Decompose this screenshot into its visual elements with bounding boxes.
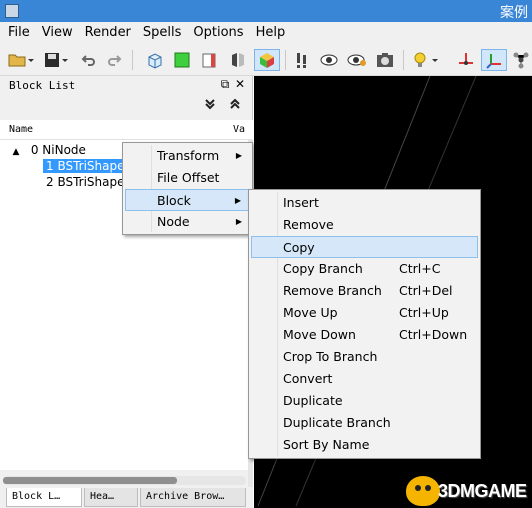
menu-render[interactable]: Render <box>79 22 137 44</box>
block-submenu: Insert Remove Copy Copy Branch Ctrl+C Re… <box>248 189 481 459</box>
dock-title: Block List <box>9 79 76 92</box>
tab-header[interactable]: Hea… <box>84 488 138 507</box>
eye-icon[interactable] <box>318 49 340 71</box>
toolbar-separator <box>132 50 133 70</box>
menu-item-label: Copy <box>283 240 315 255</box>
close-icon[interactable]: ✕ <box>233 77 247 91</box>
box-red-icon[interactable] <box>198 49 220 71</box>
toolbar <box>0 44 532 76</box>
menu-item-block[interactable]: Block ▶ <box>125 189 250 211</box>
menu-item-shortcut: Ctrl+C <box>399 261 441 276</box>
mascot-icon <box>406 476 440 506</box>
box-wire-icon[interactable] <box>144 49 166 71</box>
menu-item-insert[interactable]: Insert <box>251 192 478 214</box>
menu-item-label: Copy Branch <box>283 261 363 276</box>
tree-header: Name Va <box>0 120 253 140</box>
menu-item-duplicate[interactable]: Duplicate <box>251 390 478 412</box>
watermark-text: 3DMGAME <box>438 481 527 501</box>
menu-item-label: Crop To Branch <box>283 349 378 364</box>
menu-item-label: Move Down <box>283 327 356 342</box>
menu-file[interactable]: File <box>2 22 36 44</box>
menu-item-shortcut: Ctrl+Up <box>399 305 449 320</box>
menu-item-copy[interactable]: Copy <box>251 236 478 258</box>
box-green-icon[interactable] <box>171 49 193 71</box>
menu-item-shortcut: Ctrl+Down <box>399 327 468 342</box>
menu-item-convert[interactable]: Convert <box>251 368 478 390</box>
block-list-dock: Block List ⧉ ✕ Name Va ▲ 0 NiNode 1 BSTr… <box>0 76 253 508</box>
dock-tabs: Block L… Hea… Archive Brow… <box>0 487 253 508</box>
title-bar: 案例 <box>0 0 532 22</box>
open-icon[interactable] <box>6 49 36 71</box>
context-menu: Transform ▶ File Offset Block ▶ Node ▶ <box>122 142 253 235</box>
menu-item-label: Node <box>157 214 190 229</box>
menu-help[interactable]: Help <box>250 22 292 44</box>
menu-options[interactable]: Options <box>187 22 249 44</box>
column-name[interactable]: Name <box>9 124 33 135</box>
menu-item-label: Duplicate Branch <box>283 415 391 430</box>
scrollbar-thumb[interactable] <box>3 477 177 484</box>
redo-icon[interactable] <box>103 49 125 71</box>
menu-item-label: Convert <box>283 371 333 386</box>
column-value[interactable]: Va <box>233 124 245 135</box>
tree-row-label: 1 BSTriShape <box>43 159 128 173</box>
tab-archive-browser[interactable]: Archive Brow… <box>140 488 246 507</box>
menu-item-label: File Offset <box>157 170 220 185</box>
axis-icon[interactable] <box>455 49 477 71</box>
menu-item-shortcut: Ctrl+Del <box>399 283 453 298</box>
toolbar-separator <box>403 50 404 70</box>
undo-icon[interactable] <box>78 49 100 71</box>
mirror-icon[interactable] <box>227 49 249 71</box>
menu-item-sort-by-name[interactable]: Sort By Name <box>251 434 478 456</box>
expand-all-icon[interactable] <box>228 98 242 114</box>
menu-item-remove-branch[interactable]: Remove Branch Ctrl+Del <box>251 280 478 302</box>
menu-item-label: Duplicate <box>283 393 343 408</box>
menu-item-label: Transform <box>157 148 220 163</box>
app-icon <box>5 4 19 18</box>
screenshot-icon[interactable] <box>374 49 396 71</box>
float-icon[interactable]: ⧉ <box>218 77 232 92</box>
tree-row[interactable]: 1 BSTriShape <box>43 158 128 174</box>
menu-item-label: Remove Branch <box>283 283 382 298</box>
tab-block-list[interactable]: Block L… <box>6 488 82 507</box>
watermark-logo: 3DMGAME <box>406 476 532 508</box>
menu-bar: File View Render Spells Options Help <box>0 22 532 44</box>
menu-item-move-up[interactable]: Move Up Ctrl+Up <box>251 302 478 324</box>
submenu-arrow-icon: ▶ <box>234 196 241 205</box>
menu-item-copy-branch[interactable]: Copy Branch Ctrl+C <box>251 258 478 280</box>
menu-item-node[interactable]: Node ▶ <box>125 211 250 233</box>
menu-item-label: Block <box>157 193 191 208</box>
box-color-icon[interactable] <box>254 49 280 71</box>
tree-row[interactable]: ▲ 0 NiNode <box>10 142 86 158</box>
menu-item-remove[interactable]: Remove <box>251 214 478 236</box>
tree-row-label: 2 BSTriShape <box>46 175 125 189</box>
menu-item-transform[interactable]: Transform ▶ <box>125 145 250 167</box>
menu-item-duplicate-branch[interactable]: Duplicate Branch <box>251 412 478 434</box>
molecule-icon[interactable] <box>510 49 532 71</box>
menu-item-label: Sort By Name <box>283 437 370 452</box>
submenu-arrow-icon: ▶ <box>235 217 242 226</box>
expand-toggle-icon[interactable]: ▲ <box>10 144 22 160</box>
submenu-arrow-icon: ▶ <box>235 151 242 160</box>
menu-item-crop-to-branch[interactable]: Crop To Branch <box>251 346 478 368</box>
menu-item-move-down[interactable]: Move Down Ctrl+Down <box>251 324 478 346</box>
menu-item-label: Remove <box>283 217 334 232</box>
horizontal-scrollbar[interactable] <box>3 476 246 485</box>
exclamation-icon[interactable] <box>291 49 313 71</box>
window-title: 案例 <box>500 5 528 21</box>
tree-row[interactable]: 2 BSTriShape <box>46 174 125 190</box>
eye-settings-icon[interactable] <box>346 49 368 71</box>
save-icon[interactable] <box>42 49 72 71</box>
collapse-all-icon[interactable] <box>203 98 217 114</box>
menu-spells[interactable]: Spells <box>137 22 188 44</box>
lightbulb-icon[interactable] <box>411 49 443 71</box>
tree-row-label: 0 NiNode <box>30 143 86 157</box>
axes-icon[interactable] <box>481 49 507 71</box>
menu-item-label: Move Up <box>283 305 338 320</box>
toolbar-separator <box>285 50 286 70</box>
menu-view[interactable]: View <box>36 22 79 44</box>
menu-item-file-offset[interactable]: File Offset <box>125 167 250 189</box>
menu-item-label: Insert <box>283 195 319 210</box>
